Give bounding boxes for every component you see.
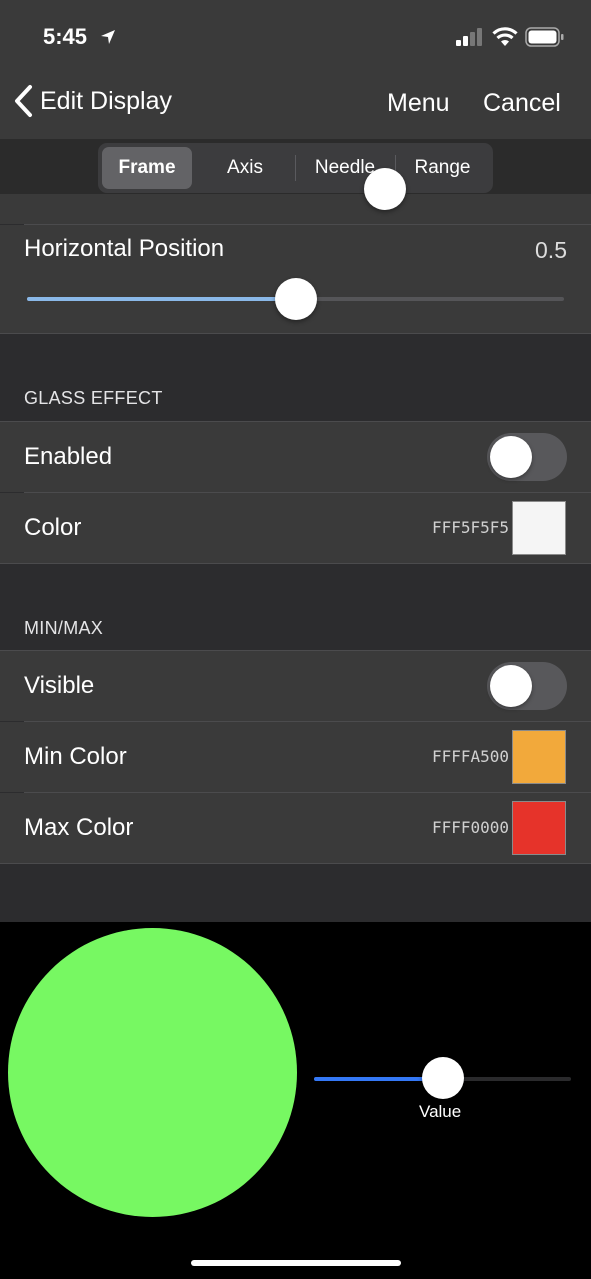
min-color-swatch[interactable] <box>512 730 566 784</box>
value-label: Value <box>419 1102 462 1121</box>
tab-range[interactable]: Range <box>396 147 489 189</box>
partial-slider-thumb[interactable] <box>364 168 406 210</box>
chevron-left-icon <box>15 85 32 117</box>
glass-color-hex: FFF5F5F5 <box>431 518 509 537</box>
status-time: 5:45 <box>43 24 88 49</box>
navigation-bar <box>0 0 591 139</box>
gauge-circle <box>8 928 297 1217</box>
minmax-visible-toggle[interactable] <box>487 662 567 710</box>
max-color-swatch[interactable] <box>512 801 566 855</box>
section-header-glass-effect: GLASS EFFECT <box>24 388 163 408</box>
divider <box>0 563 591 564</box>
glass-enabled-cell: Enabled <box>0 422 591 492</box>
glass-color-swatch[interactable] <box>512 501 566 555</box>
glass-enabled-toggle[interactable] <box>487 433 567 481</box>
horizontal-position-label: Horizontal Position <box>24 235 225 262</box>
minmax-visible-label: Visible <box>24 672 95 699</box>
min-color-hex: FFFFA500 <box>431 747 509 766</box>
minmax-visible-cell: Visible <box>0 651 591 721</box>
tab-frame[interactable]: Frame <box>102 147 192 189</box>
toggle-knob <box>490 665 532 707</box>
max-color-cell[interactable]: Max Color FFFF0000 <box>0 793 591 863</box>
cancel-button[interactable]: Cancel <box>483 89 561 118</box>
glass-enabled-label: Enabled <box>24 443 113 470</box>
slider-thumb[interactable] <box>421 1057 464 1099</box>
max-color-label: Max Color <box>24 814 134 841</box>
glass-color-label: Color <box>24 514 82 541</box>
max-color-hex: FFFF0000 <box>431 818 509 837</box>
horizontal-position-value: 0.5 <box>535 237 567 263</box>
horizontal-position-cell: Horizontal Position 0.5 <box>0 225 591 333</box>
divider <box>0 863 591 864</box>
tab-axis[interactable]: Axis <box>196 147 294 189</box>
location-arrow-icon <box>101 30 115 44</box>
home-indicator <box>191 1260 401 1266</box>
min-color-cell[interactable]: Min Color FFFFA500 <box>0 722 591 792</box>
glass-color-cell[interactable]: Color FFF5F5F5 <box>0 493 591 563</box>
back-button[interactable]: Edit Display <box>12 84 172 118</box>
back-label: Edit Display <box>40 86 172 115</box>
toggle-knob <box>490 436 532 478</box>
settings-list: Horizontal Position 0.5 GLASS EFFECT Ena… <box>0 168 591 922</box>
min-color-label: Min Color <box>24 743 127 770</box>
scrolled-slider-cell <box>0 194 591 224</box>
slider-fill <box>27 297 296 301</box>
section-header-min-max: MIN/MAX <box>24 618 104 638</box>
slider-thumb[interactable] <box>274 278 317 320</box>
battery-icon <box>525 27 564 47</box>
wifi-icon <box>492 27 518 46</box>
menu-button[interactable]: Menu <box>387 89 450 118</box>
divider <box>0 333 591 334</box>
signal-icon <box>456 28 482 46</box>
segmented-control: Frame Axis Needle Range <box>98 143 493 193</box>
